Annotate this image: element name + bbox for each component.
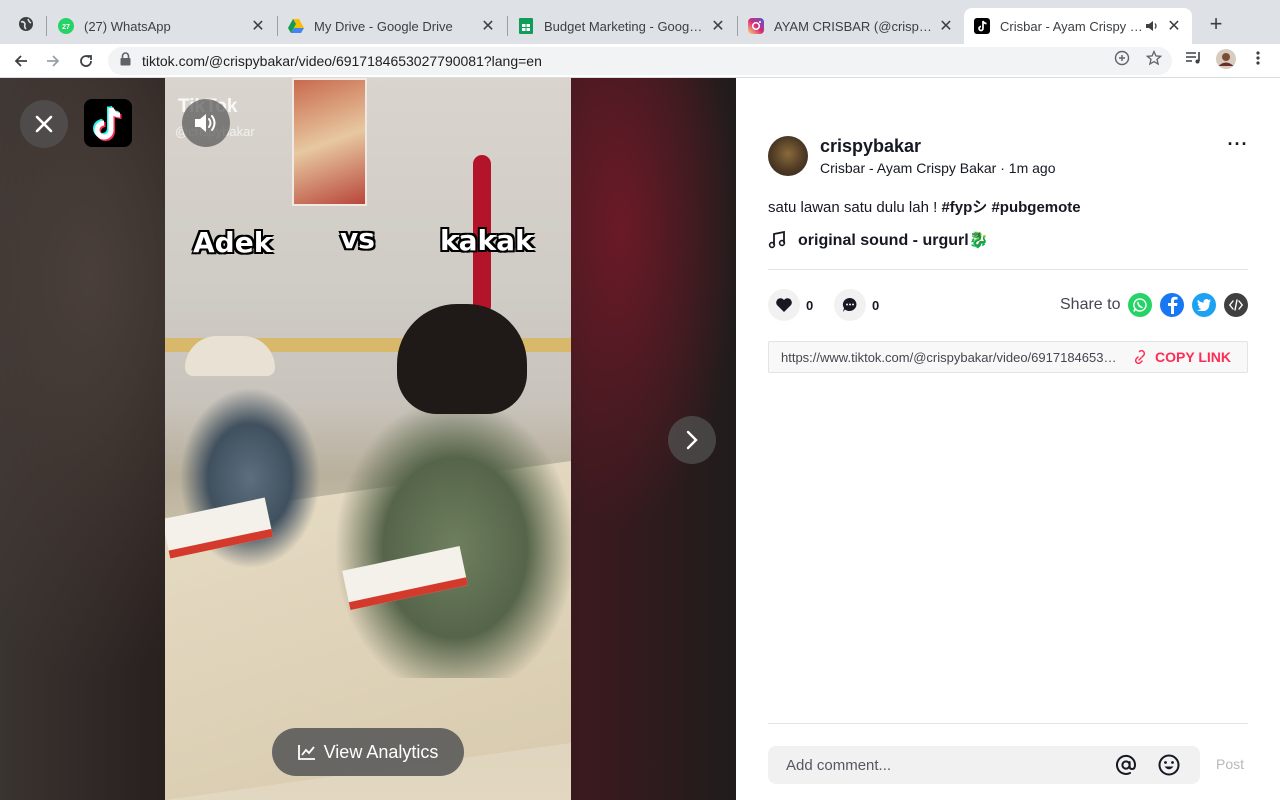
reload-icon: [80, 55, 92, 67]
video-caption: satu lawan satu dulu lah ! #fypシ #pubgem…: [768, 196, 1081, 217]
post-comment-button[interactable]: Post: [1216, 756, 1244, 772]
globe-icon[interactable]: [18, 16, 34, 37]
music-title: original sound - urgurl🐉: [798, 232, 989, 249]
avatar[interactable]: [768, 136, 808, 176]
username[interactable]: crispybakar: [820, 136, 921, 157]
close-icon[interactable]: ✕: [938, 16, 954, 36]
instagram-icon: [748, 18, 764, 34]
facebook-share-icon[interactable]: [1160, 293, 1184, 317]
video-frame[interactable]: [165, 78, 571, 800]
view-analytics-label: View Analytics: [323, 741, 439, 762]
twitter-share-icon[interactable]: [1192, 293, 1216, 317]
divider: [768, 269, 1248, 270]
person-right: [335, 378, 571, 678]
forward-button[interactable]: [40, 48, 66, 74]
whatsapp-icon: 27: [58, 18, 74, 34]
sound-toggle-button[interactable]: [182, 99, 230, 147]
caption-text: satu lawan satu dulu lah !: [768, 199, 942, 216]
tiktok-icon: [974, 18, 990, 34]
lock-icon: [120, 51, 134, 71]
svg-text:27: 27: [62, 24, 70, 31]
link-icon: [1134, 350, 1146, 364]
comment-placeholder: Add comment...: [786, 756, 892, 774]
comment-bubble-icon: [842, 297, 857, 312]
divider: [768, 723, 1248, 724]
reload-button[interactable]: [73, 48, 99, 74]
menu-dots-icon[interactable]: [1252, 50, 1264, 71]
video-player-area: TikTok @crispybakar Adek vs kakak View A…: [0, 78, 736, 800]
tab-instagram[interactable]: AYAM CRISBAR (@crispybaka ✕: [738, 8, 964, 44]
google-drive-icon: [288, 18, 304, 34]
music-note-icon: [768, 231, 786, 249]
author-subline: Crisbar - Ayam Crispy Bakar · 1m ago: [820, 160, 1056, 176]
new-tab-button[interactable]: +: [1205, 12, 1227, 36]
copy-link-label: COPY LINK: [1155, 349, 1231, 365]
video-details-panel: crispybakar Crisbar - Ayam Crispy Bakar …: [736, 78, 1280, 800]
overlay-text-kakak: kakak: [440, 224, 534, 257]
url-text: tiktok.com/@crispybakar/video/6917184653…: [142, 53, 542, 69]
back-button[interactable]: [8, 48, 34, 74]
like-count: 0: [806, 298, 814, 313]
close-icon[interactable]: ✕: [710, 16, 726, 36]
tab-tiktok-active[interactable]: Crisbar - Ayam Crispy Ba ✕: [964, 8, 1192, 44]
more-options-button[interactable]: ···: [1226, 134, 1250, 154]
profile-avatar[interactable]: [1216, 49, 1236, 74]
emoji-icon[interactable]: [1157, 753, 1181, 777]
embed-code-icon[interactable]: [1224, 293, 1248, 317]
overlay-text-vs: vs: [340, 222, 375, 255]
share-link-box: https://www.tiktok.com/@crispybakar/vide…: [768, 341, 1248, 373]
comment-input[interactable]: Add comment...: [768, 746, 1200, 784]
next-video-button[interactable]: [668, 416, 716, 464]
add-icon[interactable]: [1114, 50, 1130, 71]
person-cap: [185, 336, 275, 376]
mention-icon[interactable]: [1114, 753, 1138, 777]
tab-title: My Drive - Google Drive: [314, 18, 453, 34]
chevron-right-icon: [686, 430, 698, 450]
arrow-right-icon: [47, 55, 60, 67]
volume-icon: [195, 114, 216, 132]
speaker-icon[interactable]: [1144, 18, 1160, 34]
tab-separator: [46, 16, 47, 36]
tab-whatsapp[interactable]: 27 (27) WhatsApp ✕: [48, 8, 276, 44]
wall-poster: [292, 78, 367, 206]
overlay-text-adek: Adek: [193, 226, 273, 259]
address-bar[interactable]: tiktok.com/@crispybakar/video/6917184653…: [108, 47, 1172, 75]
share-link-url[interactable]: https://www.tiktok.com/@crispybakar/vide…: [769, 350, 1117, 365]
view-analytics-button[interactable]: View Analytics: [272, 728, 464, 776]
close-icon[interactable]: ✕: [250, 16, 266, 36]
close-icon: [35, 115, 53, 133]
heart-icon: [776, 298, 792, 312]
tab-title: AYAM CRISBAR (@crispybaka: [774, 18, 932, 34]
tab-google-sheets[interactable]: Budget Marketing - Google S ✕: [508, 8, 736, 44]
browser-toolbar: tiktok.com/@crispybakar/video/6917184653…: [0, 44, 1280, 78]
arrow-left-icon: [14, 55, 27, 67]
person-hair: [397, 304, 527, 414]
comment-count: 0: [872, 298, 880, 313]
copy-link-button[interactable]: COPY LINK: [1117, 349, 1247, 365]
analytics-chart-icon: [297, 745, 315, 760]
browser-tab-bar: 27 (27) WhatsApp ✕ My Drive - Google Dri…: [0, 0, 1280, 44]
tiktok-logo[interactable]: [84, 99, 132, 147]
tab-title: Crisbar - Ayam Crispy Ba: [1000, 18, 1144, 34]
comment-button[interactable]: [834, 289, 866, 321]
close-icon[interactable]: ✕: [480, 16, 496, 36]
whatsapp-share-icon[interactable]: [1128, 293, 1152, 317]
like-button[interactable]: [768, 289, 800, 321]
hashtag-fyp[interactable]: #fypシ: [941, 199, 987, 216]
tab-title: Budget Marketing - Google S: [544, 18, 704, 34]
tab-title: (27) WhatsApp: [84, 18, 171, 34]
star-icon[interactable]: [1145, 49, 1163, 71]
google-sheets-icon: [518, 18, 534, 34]
close-video-button[interactable]: [20, 100, 68, 148]
tab-google-drive[interactable]: My Drive - Google Drive ✕: [278, 8, 506, 44]
music-link[interactable]: original sound - urgurl🐉: [768, 230, 989, 250]
media-control-icon[interactable]: [1185, 50, 1203, 71]
hashtag-pubgemote[interactable]: #pubgemote: [991, 199, 1080, 216]
close-icon[interactable]: ✕: [1166, 16, 1182, 36]
share-label: Share to: [1060, 296, 1121, 313]
